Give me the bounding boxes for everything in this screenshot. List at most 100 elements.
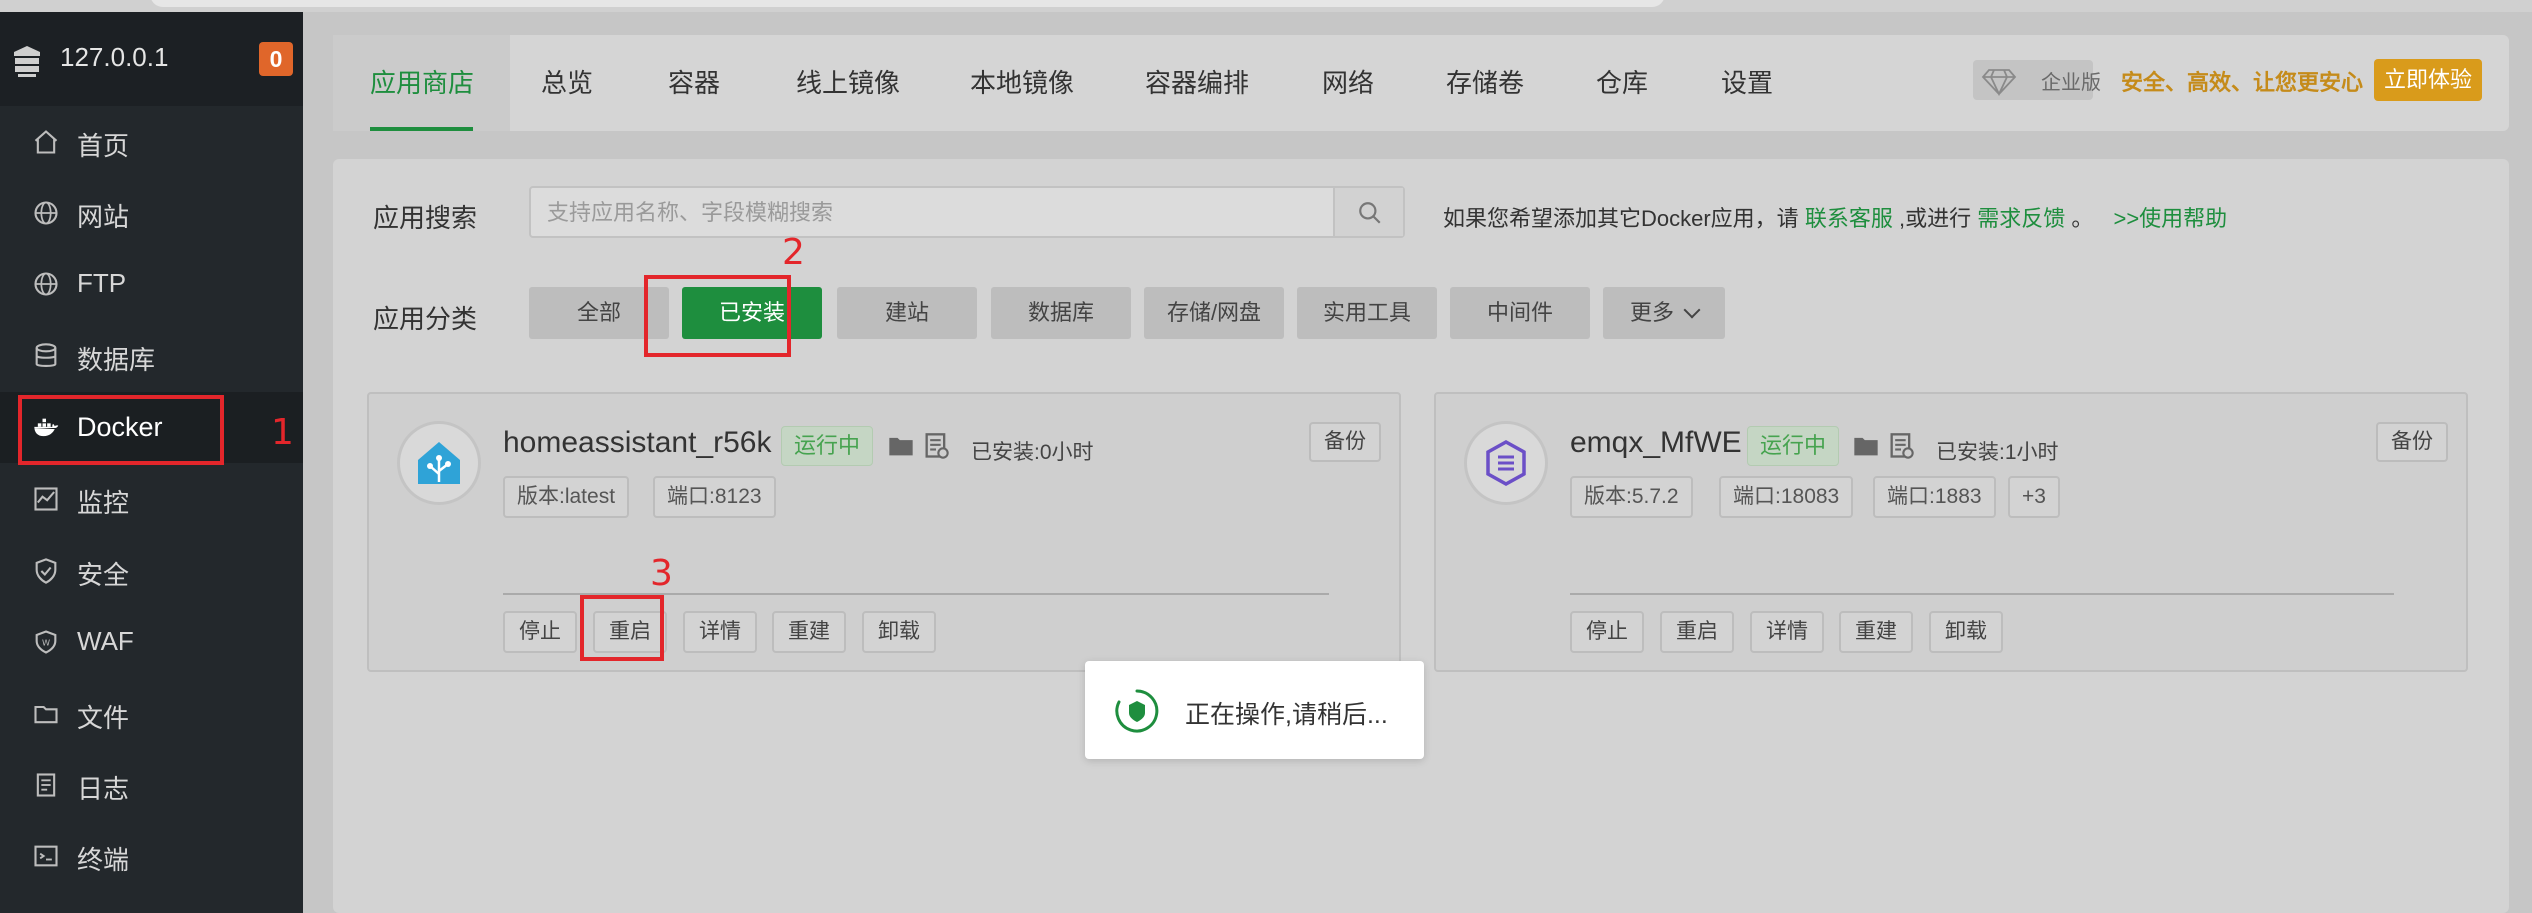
folder-icon[interactable] xyxy=(887,432,915,460)
sidebar-item-label: 网站 xyxy=(77,202,130,232)
port-tag: 端口:1883 xyxy=(1873,476,1996,518)
app-card-homeassistant: homeassistant_r56k 运行中 已安装:0小时 备份 版本:lat… xyxy=(367,392,1401,672)
log-icon[interactable] xyxy=(922,432,950,460)
emqx-logo xyxy=(1464,421,1548,505)
restart-button[interactable]: 重启 xyxy=(1660,611,1734,653)
feedback-link[interactable]: 需求反馈 xyxy=(1977,206,2065,231)
tab-online-images[interactable]: 线上镜像 xyxy=(796,35,900,131)
search-button[interactable] xyxy=(1333,188,1403,236)
diamond-icon xyxy=(1981,62,2017,98)
port-tag: 端口:8123 xyxy=(653,476,776,518)
annotation-box-restart xyxy=(580,595,664,661)
waf-icon: W xyxy=(32,628,60,656)
tab-containers[interactable]: 容器 xyxy=(668,35,720,131)
tab-network[interactable]: 网络 xyxy=(1322,35,1374,131)
app-name: homeassistant_r56k xyxy=(503,426,772,459)
uninstall-button[interactable]: 卸载 xyxy=(862,611,936,653)
browser-top-bar xyxy=(0,0,2532,12)
app-name: emqx_MfWE xyxy=(1570,426,1742,459)
shield-icon xyxy=(32,557,60,585)
sidebar-item-logs[interactable]: 日志 xyxy=(0,749,303,820)
tab-bar: 应用商店 总览 容器 线上镜像 本地镜像 容器编排 网络 存储卷 仓库 设置 企… xyxy=(333,35,2509,131)
sidebar-item-terminal[interactable]: 终端 xyxy=(0,820,303,891)
server-host: 127.0.0.1 xyxy=(60,42,169,72)
rebuild-button[interactable]: 重建 xyxy=(772,611,846,653)
tab-overview[interactable]: 总览 xyxy=(541,35,593,131)
category-storage[interactable]: 存储/网盘 xyxy=(1144,287,1284,339)
enterprise-label: 企业版 xyxy=(2041,72,2101,94)
category-database[interactable]: 数据库 xyxy=(991,287,1131,339)
sidebar-item-database[interactable]: 数据库 xyxy=(0,320,303,391)
log-icon[interactable] xyxy=(1887,432,1915,460)
sidebar-item-ftp[interactable]: FTP xyxy=(0,248,303,319)
home-assistant-logo xyxy=(397,421,481,505)
sidebar-item-website[interactable]: 网站 xyxy=(0,177,303,248)
tab-app-store[interactable]: 应用商店 xyxy=(333,35,510,131)
sidebar-item-waf[interactable]: W WAF xyxy=(0,606,303,677)
details-button[interactable]: 详情 xyxy=(1750,611,1824,653)
contact-support-link[interactable]: 联系客服 xyxy=(1805,206,1893,231)
status-badge: 运行中 xyxy=(1747,426,1840,466)
chevron-down-icon xyxy=(1683,301,1701,319)
loading-toast: 正在操作,请稍后... xyxy=(1085,661,1424,759)
rebuild-button[interactable]: 重建 xyxy=(1839,611,1913,653)
sidebar-item-label: FTP xyxy=(77,268,127,298)
card-divider xyxy=(1570,593,2394,595)
sidebar-item-label: WAF xyxy=(77,626,134,656)
version-tag: 版本:5.7.2 xyxy=(1570,476,1693,518)
stop-button[interactable]: 停止 xyxy=(503,611,577,653)
backup-button[interactable]: 备份 xyxy=(2376,422,2448,462)
search-input[interactable] xyxy=(547,196,1347,230)
category-label: 应用分类 xyxy=(373,304,478,334)
category-middleware[interactable]: 中间件 xyxy=(1450,287,1590,339)
sidebar-item-label: 首页 xyxy=(77,131,130,161)
folder-icon xyxy=(32,700,60,728)
annotation-number: 3 xyxy=(650,553,673,594)
globe-icon xyxy=(32,199,60,227)
terminal-icon xyxy=(32,842,60,870)
port-tag: 端口:18083 xyxy=(1719,476,1854,518)
home-icon xyxy=(32,128,60,156)
more-ports-tag[interactable]: +3 xyxy=(2008,476,2060,518)
main-content: 应用商店 总览 容器 线上镜像 本地镜像 容器编排 网络 存储卷 仓库 设置 企… xyxy=(303,12,2532,913)
try-now-button[interactable]: 立即体验 xyxy=(2374,59,2482,101)
sidebar-brand: 127.0.0.1 0 xyxy=(0,12,303,106)
annotation-number: 2 xyxy=(782,232,805,273)
category-more[interactable]: 更多 xyxy=(1603,287,1725,339)
database-icon xyxy=(32,342,60,370)
help-prefix: 如果您希望添加其它Docker应用，请 xyxy=(1443,206,1799,231)
monitor-icon xyxy=(32,485,60,513)
installed-time: 已安装:0小时 xyxy=(971,441,1094,464)
loading-message: 正在操作,请稍后... xyxy=(1185,701,1388,729)
folder-icon[interactable] xyxy=(1852,432,1880,460)
installed-time: 已安装:1小时 xyxy=(1936,441,2059,464)
sidebar-item-security[interactable]: 安全 xyxy=(0,535,303,606)
tab-registry[interactable]: 仓库 xyxy=(1596,35,1648,131)
details-button[interactable]: 详情 xyxy=(683,611,757,653)
sidebar-item-home[interactable]: 首页 xyxy=(0,106,303,177)
tab-local-images[interactable]: 本地镜像 xyxy=(970,35,1074,131)
sidebar-item-monitor[interactable]: 监控 xyxy=(0,463,303,534)
search-box xyxy=(529,186,1405,238)
app-store-panel: 应用搜索 如果您希望添加其它Docker应用，请 联系客服 ,或进行 需求反馈 … xyxy=(333,159,2509,913)
enterprise-slogan: 安全、高效、让您更安心 xyxy=(2121,70,2364,95)
help-link[interactable]: >>使用帮助 xyxy=(2113,206,2227,231)
stop-button[interactable]: 停止 xyxy=(1570,611,1644,653)
uninstall-button[interactable]: 卸载 xyxy=(1929,611,2003,653)
category-tools[interactable]: 实用工具 xyxy=(1297,287,1437,339)
sidebar-item-files[interactable]: 文件 xyxy=(0,678,303,749)
browser-url-bar[interactable] xyxy=(150,0,1665,7)
search-label: 应用搜索 xyxy=(373,203,478,233)
category-website[interactable]: 建站 xyxy=(837,287,977,339)
help-text: 如果您希望添加其它Docker应用，请 联系客服 ,或进行 需求反馈 。 >>使… xyxy=(1443,201,2227,233)
sidebar-item-label: 日志 xyxy=(77,774,130,804)
tab-volumes[interactable]: 存储卷 xyxy=(1446,35,1524,131)
tab-settings[interactable]: 设置 xyxy=(1721,35,1773,131)
log-icon xyxy=(32,771,60,799)
backup-button[interactable]: 备份 xyxy=(1309,422,1381,462)
search-icon xyxy=(1359,202,1381,224)
tab-compose[interactable]: 容器编排 xyxy=(1145,35,1249,131)
help-mid: ,或进行 xyxy=(1898,206,1972,231)
notification-badge[interactable]: 0 xyxy=(259,42,293,76)
status-badge: 运行中 xyxy=(781,426,874,466)
